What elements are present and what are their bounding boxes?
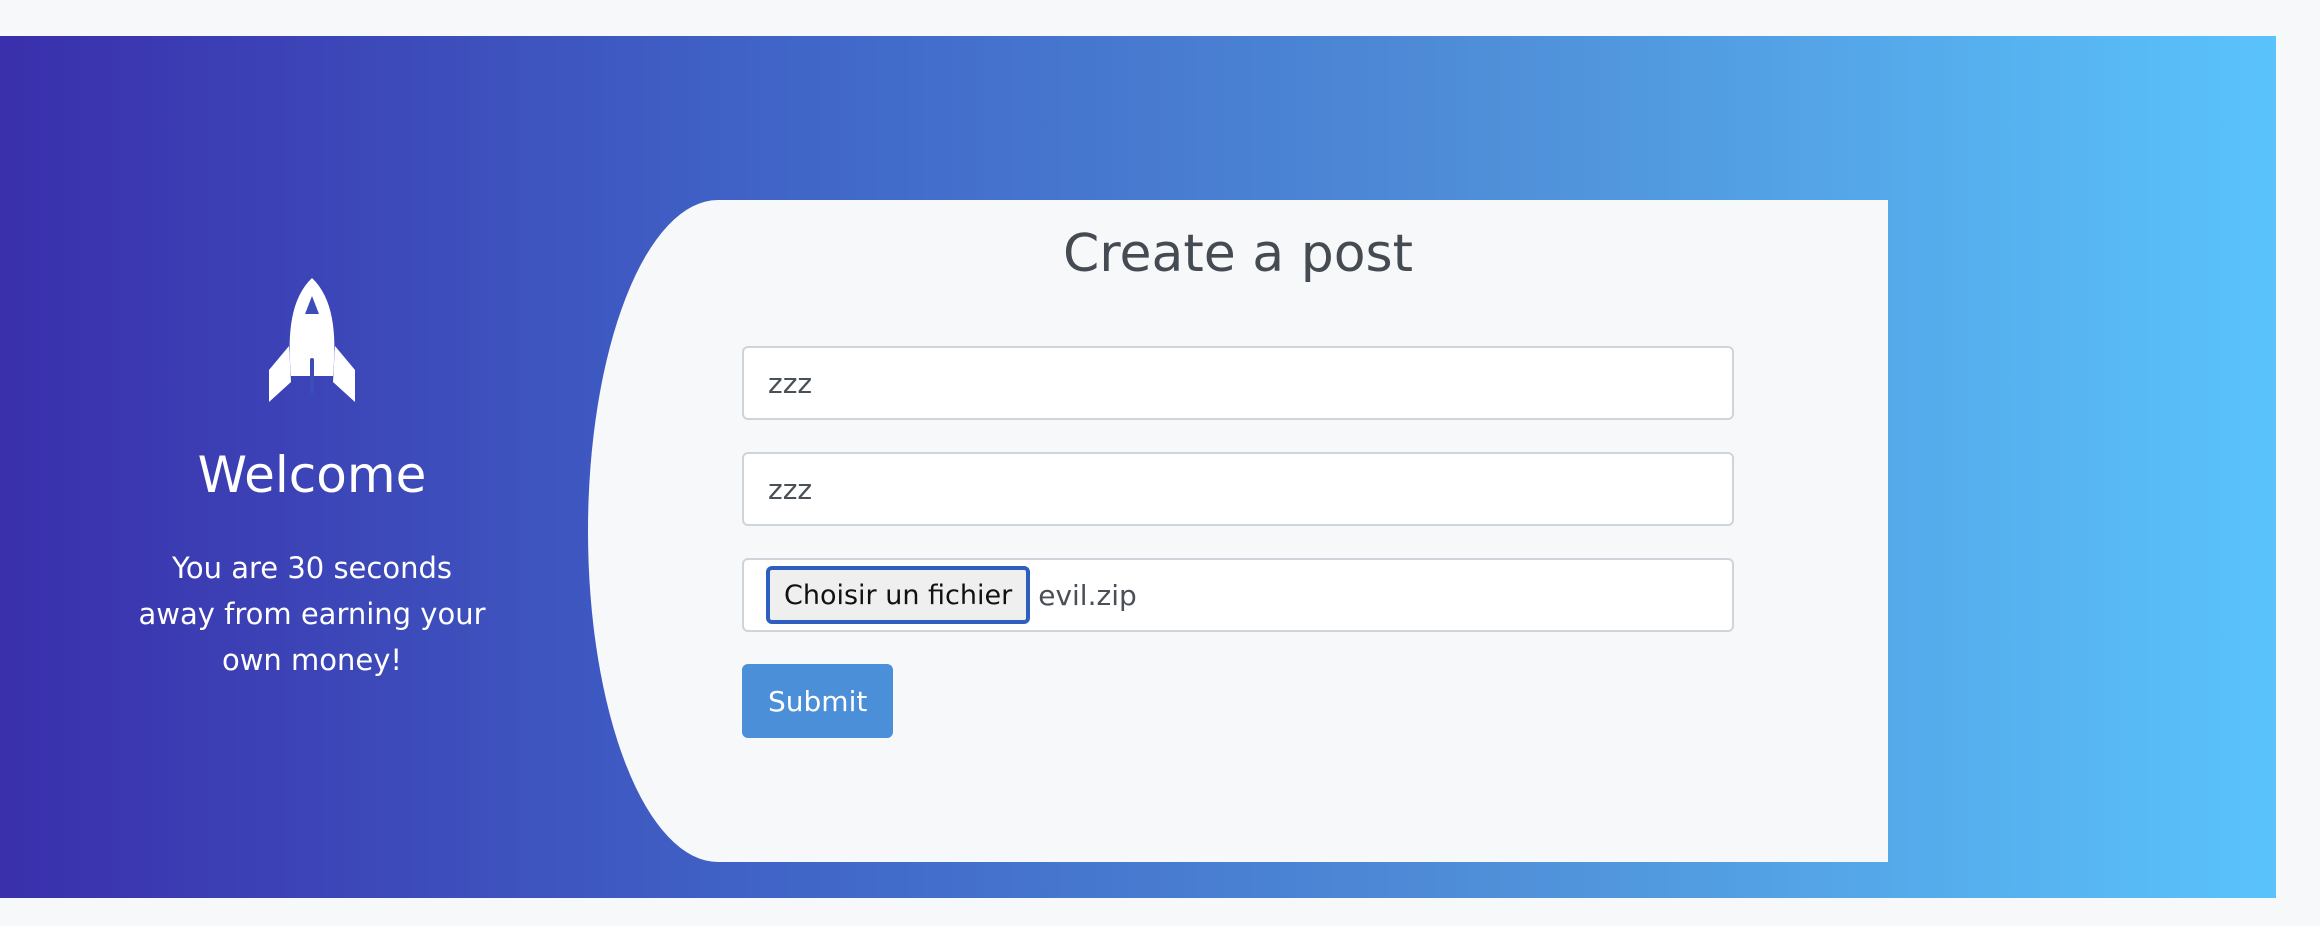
- post-body-input[interactable]: [742, 452, 1734, 526]
- choose-file-button[interactable]: Choisir un fichier: [766, 566, 1031, 624]
- welcome-subtitle: You are 30 seconds away from earning you…: [138, 551, 486, 677]
- welcome-title: Welcome: [197, 446, 427, 504]
- hero-banner: Welcome You are 30 seconds away from ear…: [0, 36, 2276, 898]
- submit-button[interactable]: Submit: [742, 664, 894, 738]
- create-post-card: Create a post Choisir un fichier evil.zi…: [588, 200, 1888, 862]
- selected-file-name: evil.zip: [1038, 578, 1137, 612]
- page-title: Create a post: [1062, 224, 1413, 284]
- rocket-icon: [269, 278, 355, 402]
- post-title-input[interactable]: [742, 346, 1734, 420]
- file-upload-field[interactable]: Choisir un fichier evil.zip: [742, 558, 1734, 632]
- welcome-panel: Welcome You are 30 seconds away from ear…: [112, 276, 512, 683]
